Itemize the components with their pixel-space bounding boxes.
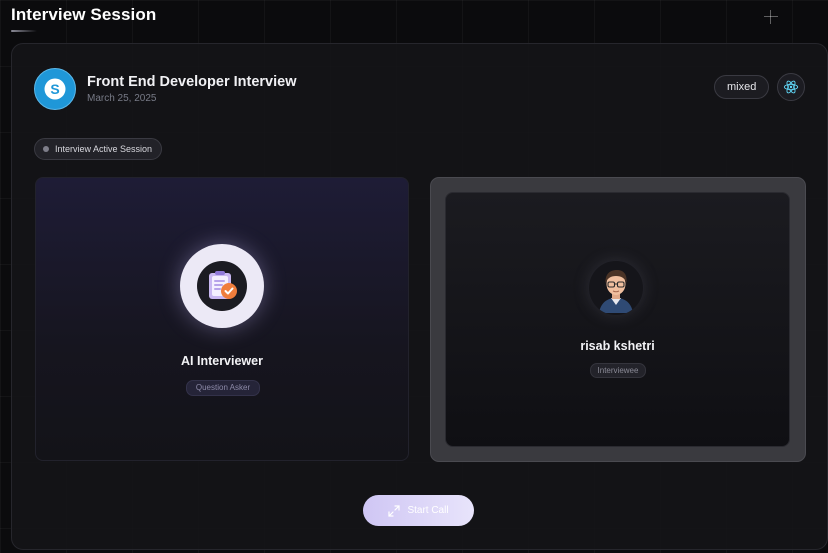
- react-icon: [777, 73, 805, 101]
- interviewee-role-badge: Interviewee: [590, 363, 646, 378]
- status-dot-icon: [43, 146, 49, 152]
- session-title: Front End Developer Interview: [87, 74, 297, 90]
- ai-interviewer-icon: [197, 261, 247, 311]
- start-call-label: Start Call: [407, 505, 449, 516]
- ai-interviewer-name: AI Interviewer: [181, 354, 263, 368]
- page-title: Interview Session: [11, 5, 157, 24]
- ai-role-badge: Question Asker: [186, 380, 260, 396]
- user-avatar: [589, 261, 643, 315]
- interview-type-badge: mixed: [714, 75, 770, 99]
- start-call-button[interactable]: Start Call: [363, 495, 474, 526]
- session-panel: S Front End Developer Interview March 25…: [11, 43, 828, 550]
- title-underline: [11, 30, 37, 32]
- svg-text:S: S: [50, 81, 59, 97]
- session-date: March 25, 2025: [87, 93, 157, 104]
- status-badge: Interview Active Session: [34, 138, 163, 160]
- skype-logo-icon: S: [34, 68, 76, 110]
- status-text: Interview Active Session: [55, 144, 153, 154]
- session-header-text: Front End Developer Interview March 25, …: [87, 74, 297, 104]
- ai-avatar: [180, 244, 264, 328]
- ai-interviewer-card: AI Interviewer Question Asker: [35, 177, 409, 461]
- expand-icon: [388, 504, 401, 517]
- session-header: S Front End Developer Interview March 25…: [34, 68, 297, 110]
- plus-decoration-icon: [764, 10, 778, 24]
- interviewee-card: risab kshetri Interviewee: [430, 177, 806, 462]
- interviewee-card-inner: risab kshetri Interviewee: [445, 192, 790, 447]
- interviewee-name: risab kshetri: [580, 339, 655, 353]
